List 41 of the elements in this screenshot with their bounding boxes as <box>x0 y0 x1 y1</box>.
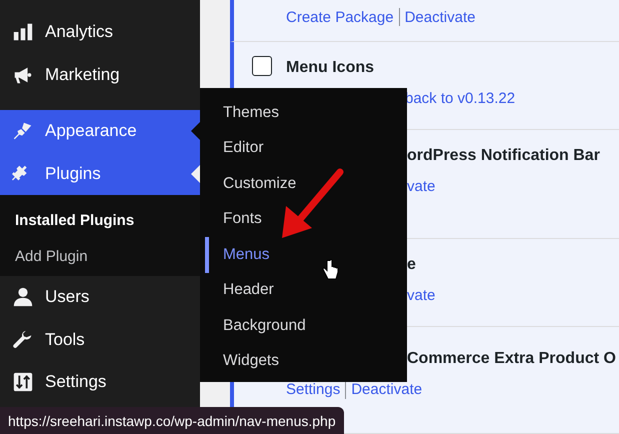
sidebar-item[interactable]: Users <box>0 276 200 318</box>
hand-cursor-icon <box>322 259 339 281</box>
sidebar-item-label: Settings <box>45 372 106 392</box>
plugin-title: Menu Icons <box>286 58 376 78</box>
sidebar-item[interactable]: Settings <box>0 361 200 404</box>
flyout-menu-item[interactable]: Header <box>205 272 407 308</box>
action-link[interactable]: vate <box>407 287 436 304</box>
action-link[interactable]: Deactivate <box>351 381 422 398</box>
sidebar-item-label: Marketing <box>45 64 120 85</box>
submenu-item[interactable]: Add Plugin <box>0 238 200 274</box>
action-link[interactable]: Create Package <box>286 8 394 26</box>
sliders-icon <box>12 371 34 394</box>
flyout-menu-item[interactable]: Editor <box>205 130 407 166</box>
sidebar-item[interactable]: Appearance <box>0 110 200 152</box>
wrench-icon <box>12 328 34 351</box>
sidebar-item[interactable]: Tools <box>0 318 200 361</box>
sidebar-item-label: Tools <box>45 330 85 350</box>
flyout-menu-item[interactable]: Customize <box>205 166 407 202</box>
action-link[interactable]: Settings <box>286 381 340 398</box>
sidebar-item-label: Analytics <box>45 22 114 42</box>
checkbox[interactable] <box>252 56 272 76</box>
bar-chart-icon <box>12 21 34 44</box>
sidebar-item[interactable]: Plugins <box>0 152 200 195</box>
flyout-menu-item[interactable]: Fonts <box>205 202 407 237</box>
plugin-title: ordPress Notification Bar <box>407 146 601 166</box>
submenu-item[interactable]: Installed Plugins <box>0 202 200 238</box>
plugin-title: e <box>407 254 417 275</box>
sidebar-item[interactable]: Analytics <box>0 11 200 54</box>
sidebar-item-label: Plugins <box>45 164 101 184</box>
flyout-menu-item[interactable]: Widgets <box>205 344 407 379</box>
flyout-menu-item[interactable]: Themes <box>205 95 407 130</box>
plugin-title: Commerce Extra Product O <box>407 348 617 369</box>
sidebar-item-label: Users <box>45 287 90 308</box>
sidebar-item-label: Appearance <box>45 121 137 142</box>
sidebar-item[interactable]: Marketing <box>0 54 200 96</box>
flyout-menu-item[interactable]: Background <box>205 308 407 344</box>
status-bar-url: https://sreehari.instawp.co/wp-admin/nav-menus.php <box>0 407 344 434</box>
user-icon <box>12 286 34 308</box>
paintbrush-icon <box>12 120 34 142</box>
action-link[interactable]: Deactivate <box>404 8 476 26</box>
action-link[interactable]: vate <box>407 178 436 196</box>
